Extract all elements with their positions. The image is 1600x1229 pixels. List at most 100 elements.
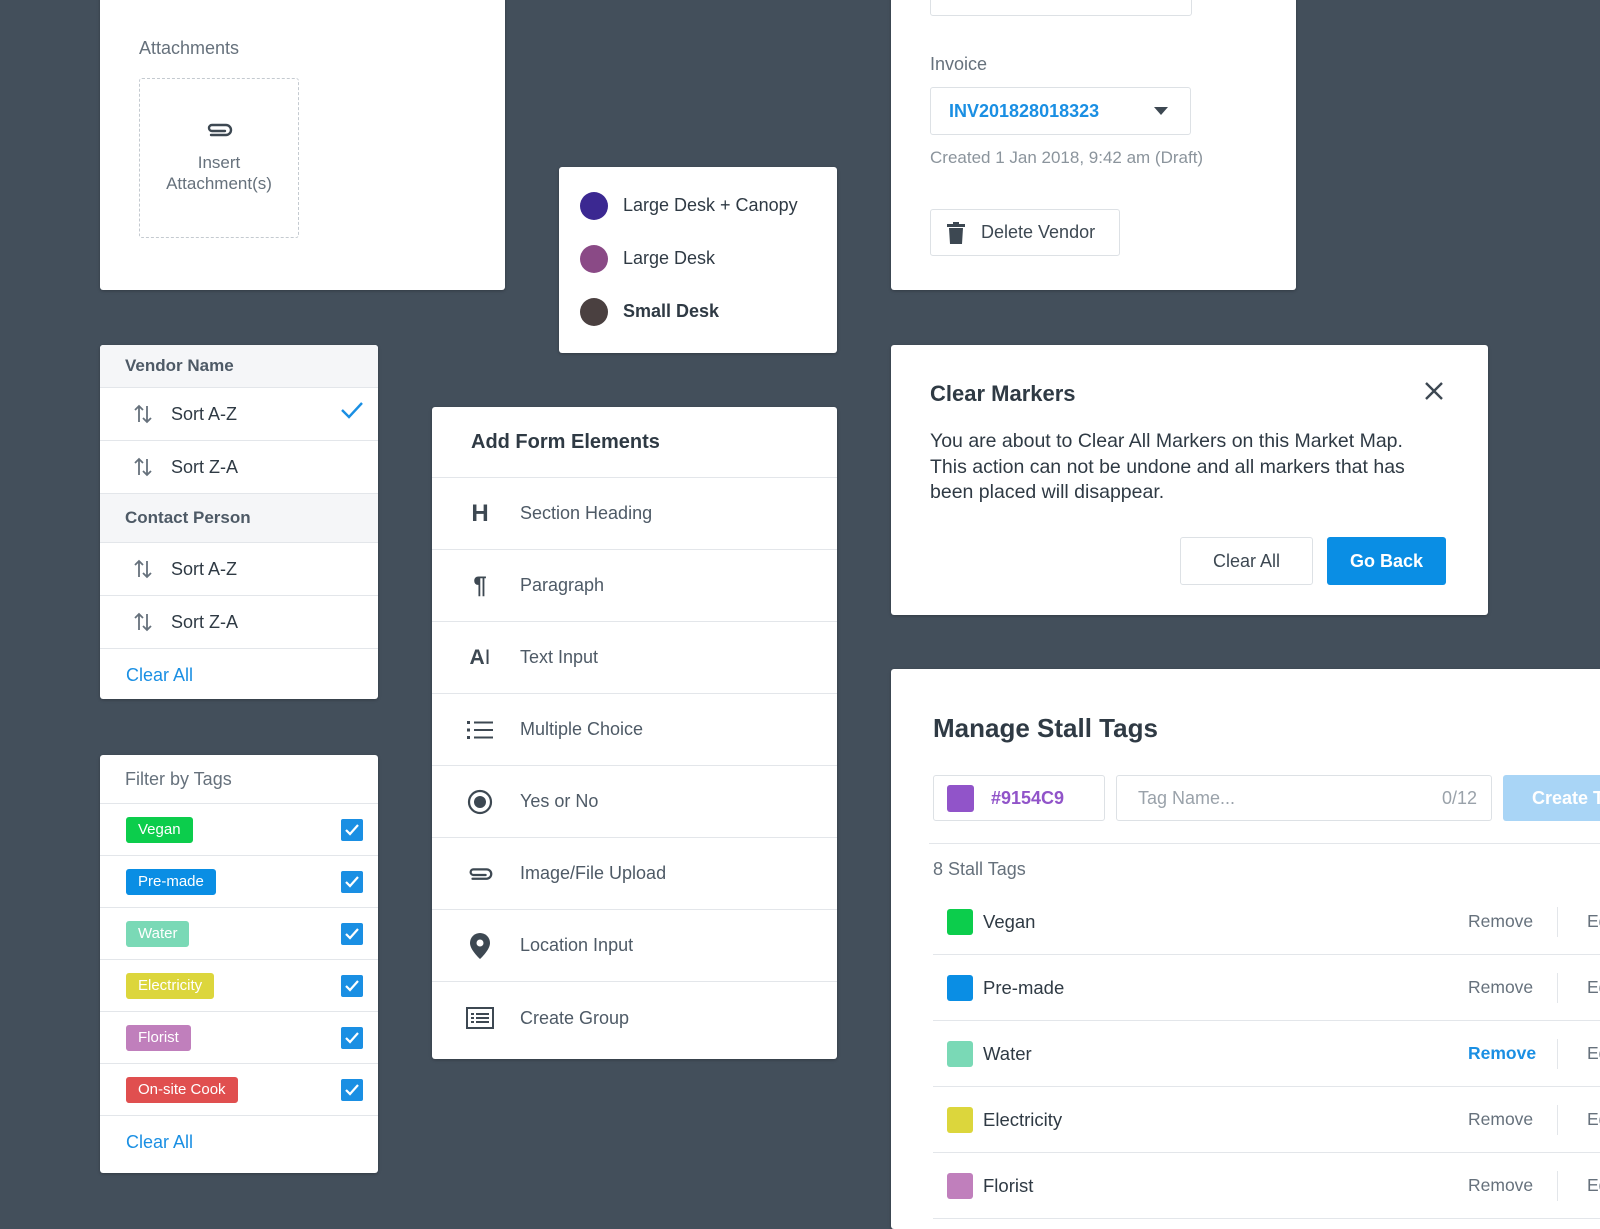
desk-label: Large Desk + Canopy bbox=[623, 195, 798, 215]
remove-link[interactable]: Remove bbox=[1468, 911, 1533, 932]
section-contact-person: Contact Person bbox=[100, 494, 378, 543]
form-element-text-input[interactable]: AI Text Input bbox=[432, 622, 837, 694]
close-icon[interactable] bbox=[1424, 381, 1444, 401]
divider bbox=[1557, 973, 1558, 1003]
clear-all-button[interactable]: Clear All bbox=[1180, 537, 1313, 585]
color-picker[interactable]: #9154C9 bbox=[933, 775, 1105, 821]
sort-icon bbox=[134, 404, 152, 424]
attachments-label: Attachments bbox=[139, 38, 240, 58]
desk-item-large[interactable]: Large Desk bbox=[559, 232, 837, 285]
form-element-paragraph[interactable]: ¶ Paragraph bbox=[432, 550, 837, 622]
remove-link[interactable]: Remove bbox=[1468, 1175, 1533, 1196]
sort-label: Sort A-Z bbox=[171, 403, 238, 424]
go-back-button[interactable]: Go Back bbox=[1327, 537, 1446, 585]
sort-label: Sort Z-A bbox=[171, 611, 239, 632]
insert-attachment-line2: Attachment(s) bbox=[166, 174, 272, 193]
invoice-card: Invoice INV201828018323 Created 1 Jan 20… bbox=[891, 0, 1296, 290]
contact-sort-za[interactable]: Sort Z-A bbox=[100, 596, 378, 649]
filter-by-tags-menu: Filter by Tags Vegan Pre-made Water Elec… bbox=[100, 755, 378, 1173]
vendor-sort-az[interactable]: Sort A-Z bbox=[100, 388, 378, 441]
paperclip-icon bbox=[463, 866, 497, 882]
form-element-location-input[interactable]: Location Input bbox=[432, 910, 837, 982]
form-element-label: Yes or No bbox=[520, 791, 599, 811]
stall-tag-row: Vegan Remove Edit bbox=[933, 889, 1600, 955]
tag-color-swatch bbox=[947, 1172, 973, 1199]
edit-link[interactable]: Edit bbox=[1587, 1043, 1600, 1064]
tag-name: Florist bbox=[983, 1174, 1034, 1196]
remove-link[interactable]: Remove bbox=[1468, 977, 1533, 998]
previous-select-field[interactable] bbox=[930, 0, 1192, 16]
contact-sort-az[interactable]: Sort A-Z bbox=[100, 543, 378, 596]
edit-link[interactable]: Edit bbox=[1587, 1109, 1600, 1130]
checkbox-checked[interactable] bbox=[341, 818, 363, 841]
paragraph-icon: ¶ bbox=[473, 571, 487, 599]
insert-attachment-dropzone[interactable]: Insert Attachment(s) bbox=[139, 78, 299, 238]
edit-link[interactable]: Edit bbox=[1587, 911, 1600, 932]
checkbox-checked[interactable] bbox=[341, 870, 363, 893]
tag-electricity: Electricity bbox=[126, 972, 215, 999]
filter-tag-row[interactable]: Water bbox=[100, 908, 378, 960]
stall-tag-row: Florist Remove Edit bbox=[933, 1153, 1600, 1219]
filter-tag-row[interactable]: On-site Cook bbox=[100, 1064, 378, 1116]
form-element-multiple-choice[interactable]: Multiple Choice bbox=[432, 694, 837, 766]
panel-title: Manage Stall Tags bbox=[933, 713, 1158, 743]
tag-on-site-cook: On-site Cook bbox=[126, 1076, 238, 1103]
color-value: #9154C9 bbox=[991, 787, 1065, 808]
tag-water: Water bbox=[126, 920, 190, 947]
checkbox-checked[interactable] bbox=[341, 1078, 363, 1101]
remove-link[interactable]: Remove bbox=[1468, 1109, 1533, 1130]
char-counter: 0/12 bbox=[1441, 787, 1477, 808]
checkbox-checked[interactable] bbox=[341, 1026, 363, 1049]
clear-all-link[interactable]: Clear All bbox=[100, 649, 378, 699]
delete-vendor-label: Delete Vendor bbox=[981, 222, 1096, 242]
filter-tag-row[interactable]: Vegan bbox=[100, 804, 378, 856]
form-elements-title: Add Form Elements bbox=[432, 407, 837, 478]
trash-icon bbox=[947, 221, 965, 244]
form-element-yes-no[interactable]: Yes or No bbox=[432, 766, 837, 838]
caret-down-icon bbox=[1154, 107, 1168, 115]
form-element-label: Location Input bbox=[520, 935, 634, 955]
form-element-file-upload[interactable]: Image/File Upload bbox=[432, 838, 837, 910]
tag-vegan: Vegan bbox=[126, 816, 193, 843]
stall-tag-row: Pre-made Remove Edit bbox=[933, 955, 1600, 1021]
desk-item-large-canopy[interactable]: Large Desk + Canopy bbox=[559, 179, 837, 232]
clear-all-link[interactable]: Clear All bbox=[100, 1116, 378, 1168]
remove-link[interactable]: Remove bbox=[1468, 1043, 1536, 1064]
edit-link[interactable]: Edit bbox=[1587, 977, 1600, 998]
checkbox-checked[interactable] bbox=[341, 974, 363, 997]
radio-icon bbox=[463, 789, 497, 815]
desk-color-dot bbox=[580, 297, 608, 326]
location-pin-icon bbox=[463, 932, 497, 959]
desk-item-small[interactable]: Small Desk bbox=[559, 285, 837, 338]
desk-color-dot bbox=[580, 191, 608, 220]
tag-name: Pre-made bbox=[983, 976, 1065, 998]
vendor-sort-za[interactable]: Sort Z-A bbox=[100, 441, 378, 494]
create-tag-button[interactable]: Create Tag bbox=[1503, 775, 1600, 821]
desk-legend: Large Desk + Canopy Large Desk Small Des… bbox=[559, 167, 837, 353]
check-icon bbox=[340, 400, 364, 420]
tag-florist: Florist bbox=[126, 1024, 191, 1051]
delete-vendor-button[interactable]: Delete Vendor bbox=[930, 209, 1120, 256]
clear-markers-dialog: Clear Markers You are about to Clear All… bbox=[891, 345, 1488, 615]
divider bbox=[929, 843, 1600, 844]
tag-name-input[interactable]: Tag Name... 0/12 bbox=[1116, 775, 1492, 821]
form-element-section-heading[interactable]: H Section Heading bbox=[432, 478, 837, 550]
checkbox-checked[interactable] bbox=[341, 922, 363, 945]
form-element-create-group[interactable]: Create Group bbox=[432, 982, 837, 1054]
tag-name: Electricity bbox=[983, 1108, 1063, 1130]
filter-tag-row[interactable]: Pre-made bbox=[100, 856, 378, 908]
invoice-select[interactable]: INV201828018323 bbox=[930, 87, 1191, 135]
edit-link[interactable]: Edit bbox=[1587, 1175, 1600, 1196]
desk-color-dot bbox=[580, 244, 608, 273]
attachments-card: Attachments Insert Attachment(s) bbox=[100, 0, 505, 290]
sort-icon bbox=[134, 559, 152, 579]
form-element-label: Create Group bbox=[520, 1007, 630, 1028]
group-icon bbox=[463, 1007, 497, 1029]
sort-label: Sort Z-A bbox=[171, 456, 239, 477]
filter-tag-row[interactable]: Electricity bbox=[100, 960, 378, 1012]
paperclip-icon bbox=[203, 122, 235, 138]
filter-tag-row[interactable]: Florist bbox=[100, 1012, 378, 1064]
heading-icon: H bbox=[471, 499, 489, 527]
invoice-meta: Created 1 Jan 2018, 9:42 am (Draft) bbox=[930, 148, 1204, 167]
tag-color-swatch bbox=[947, 1106, 973, 1133]
